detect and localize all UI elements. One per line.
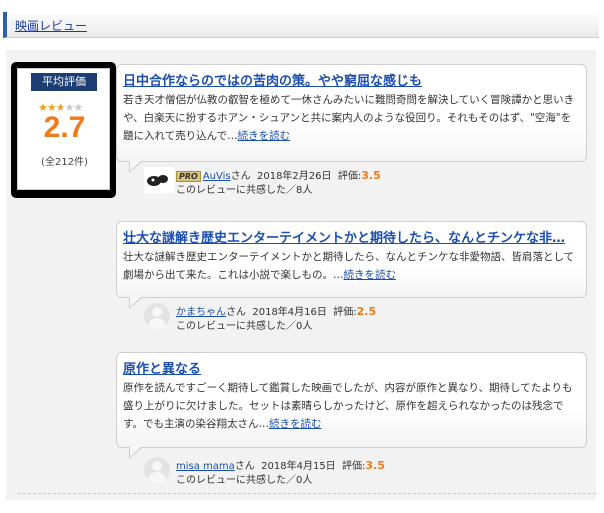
review-body-text: 原作を読んですごーく期待して鑑賞した映画でしたが、内容が原作と異なり、期待してた… (123, 382, 573, 430)
empathy-count: このレビューに共感した／0人 (176, 321, 313, 332)
divider (18, 493, 596, 494)
review-card: 日中合作ならのではの苦肉の策。やや窮屈な感じも 若き天才僧侶が仏教の叡智を極めて… (116, 64, 587, 173)
read-more-link[interactable]: 続きを読む (238, 130, 291, 142)
review-excerpt: 若き天才僧侶が仏教の叡智を極めて一休さんみたいに難問奇問を解決していく冒険譚かと… (123, 91, 580, 145)
average-rating-value: 2.7 (43, 111, 86, 144)
review-excerpt: 原作を読んですごーく期待して鑑賞した映画でしたが、内容が原作と異なり、期待してた… (123, 379, 580, 433)
review-score: 2.5 (356, 305, 377, 318)
read-more-link[interactable]: 続きを読む (269, 418, 322, 430)
user-avatar-placeholder-icon (144, 457, 170, 483)
empathy-count: このレビューに共感した／8人 (176, 185, 313, 196)
speech-bubble-tail (129, 446, 143, 459)
average-rating-card: 平均評価 ★★★★★ 2.7 (全212件) (17, 68, 110, 190)
review-title-link[interactable]: 壮大な謎解き歴史エンターテイメントかと期待したら、なんとチンケな非… (123, 227, 580, 246)
user-avatar (144, 167, 174, 193)
speech-bubble-tail (129, 296, 143, 309)
review-title-link[interactable]: 原作と異なる (123, 358, 580, 377)
score-label: 評価: (337, 171, 362, 182)
avatar-icon (147, 175, 168, 186)
review-author-line: かまちゃんさん 2018年4月16日 評価:2.5 (176, 303, 376, 318)
review-author-line: PRO AuVisさん 2018年2月26日 評価:3.5 (176, 167, 381, 182)
average-rating-label: 平均評価 (31, 73, 97, 91)
speech-bubble-tail (129, 160, 143, 173)
user-avatar-placeholder-icon (144, 303, 170, 329)
review-author-line: misa mamaさん 2018年4月15日 評価:3.5 (176, 457, 385, 472)
review-score: 3.5 (365, 459, 385, 472)
review-body-text: 若き天才僧侶が仏教の叡智を極めて一休さんみたいに難問奇問を解決していく冒険譚かと… (123, 94, 575, 142)
score-label: 評価: (333, 307, 357, 318)
review-excerpt: 壮大な謎解き歴史エンターテイメントかと期待したら、なんとチンケな非愛物語、皆肩落… (123, 248, 580, 284)
score-label: 評価: (342, 461, 366, 472)
read-more-link[interactable]: 続きを読む (344, 269, 397, 281)
review-card: 原作と異なる 原作を読んですごーく期待して鑑賞した映画でしたが、内容が原作と異な… (116, 352, 587, 459)
section-title-link[interactable]: 映画レビュー (15, 17, 87, 34)
review-score: 3.5 (361, 169, 381, 182)
review-count: (全212件) (41, 157, 88, 168)
empathy-count: このレビューに共感した／0人 (176, 475, 313, 486)
review-card: 壮大な謎解き歴史エンターテイメントかと期待したら、なんとチンケな非… 壮大な謎解… (116, 221, 587, 309)
review-title-link[interactable]: 日中合作ならのではの苦肉の策。やや窮屈な感じも (123, 70, 580, 89)
section-header: 映画レビュー (3, 12, 599, 38)
